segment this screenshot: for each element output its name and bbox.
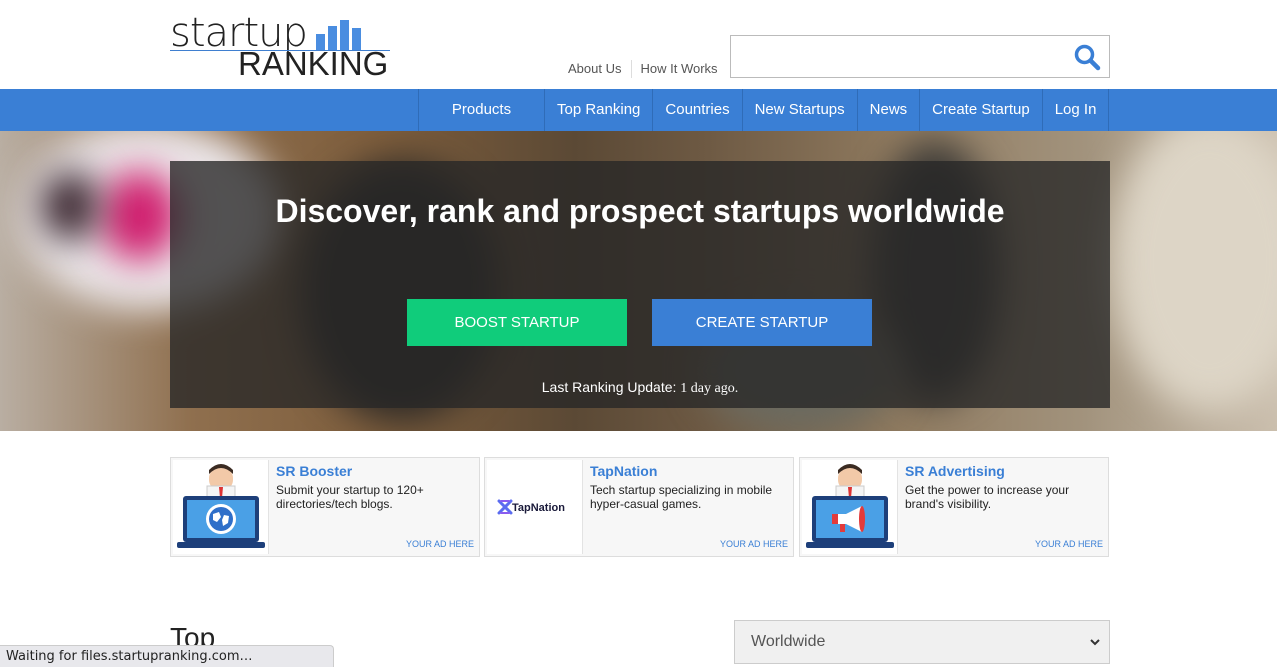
hero-title: Discover, rank and prospect startups wor… <box>275 193 1005 229</box>
nav-news[interactable]: News <box>856 89 920 131</box>
ad-description: Get the power to increase your brand's v… <box>905 483 1070 511</box>
last-ranking-update: Last Ranking Update: 1 day ago. <box>170 379 1110 397</box>
ad-title: TapNation <box>590 463 658 479</box>
header: startup RANKING About Us How It Works <box>0 0 1277 89</box>
ad-note[interactable]: YOUR AD HERE <box>1035 539 1103 549</box>
hero-panel: Discover, rank and prospect startups wor… <box>170 161 1110 408</box>
about-us-link[interactable]: About Us <box>560 60 631 78</box>
main-nav: Products Top Ranking Countries New Start… <box>0 89 1277 131</box>
logo[interactable]: startup RANKING <box>170 10 392 80</box>
ad-description: Submit your startup to 120+ directories/… <box>276 483 424 511</box>
laptop-globe-icon <box>173 460 269 554</box>
ad-card-sr-booster[interactable]: SR Booster Submit your startup to 120+ d… <box>170 457 480 557</box>
laptop-megaphone-icon <box>802 460 898 554</box>
search-button[interactable] <box>1073 43 1101 71</box>
ad-note[interactable]: YOUR AD HERE <box>720 539 788 549</box>
tapnation-logo: TapNation <box>487 460 583 554</box>
nav-log-in[interactable]: Log In <box>1041 89 1110 131</box>
browser-status-bar: Waiting for files.startupranking.com… <box>0 645 334 667</box>
ad-card-sr-advertising[interactable]: SR Advertising Get the power to increase… <box>799 457 1109 557</box>
boost-startup-button[interactable]: BOOST STARTUP <box>407 299 627 346</box>
nav-top-ranking[interactable]: Top Ranking <box>544 89 652 131</box>
last-update-value: 1 day ago. <box>680 381 739 396</box>
last-update-label: Last Ranking Update: <box>541 379 677 395</box>
nav-new-startups[interactable]: New Startups <box>741 89 857 131</box>
search-box <box>730 35 1110 78</box>
region-select[interactable]: Worldwide <box>734 620 1110 664</box>
ad-title: SR Booster <box>276 463 353 479</box>
nav-create-startup[interactable]: Create Startup <box>919 89 1042 131</box>
search-icon <box>1074 44 1101 71</box>
nav-products[interactable]: Products <box>418 89 544 131</box>
svg-text:TapNation: TapNation <box>512 502 565 514</box>
top-links: About Us How It Works <box>560 60 728 78</box>
ad-card-tapnation[interactable]: TapNation TapNation Tech startup special… <box>484 457 794 557</box>
how-it-works-link[interactable]: How It Works <box>631 60 727 78</box>
hero-background-blur <box>40 171 100 241</box>
region-select-value: Worldwide <box>751 633 826 650</box>
ad-description: Tech startup specializing in mobile hype… <box>590 483 773 511</box>
logo-ranking-text: RANKING <box>238 45 389 82</box>
ad-note[interactable]: YOUR AD HERE <box>406 539 474 549</box>
hero-banner: Discover, rank and prospect startups wor… <box>0 131 1277 431</box>
search-input[interactable] <box>731 36 1061 77</box>
ads-row: SR Booster Submit your startup to 120+ d… <box>170 457 1110 557</box>
chevron-down-icon <box>1090 639 1100 646</box>
hero-background-blur <box>100 171 180 261</box>
nav-countries[interactable]: Countries <box>652 89 741 131</box>
ad-title: SR Advertising <box>905 463 1005 479</box>
create-startup-button[interactable]: CREATE STARTUP <box>652 299 872 346</box>
hero-background-blur <box>1110 131 1277 411</box>
